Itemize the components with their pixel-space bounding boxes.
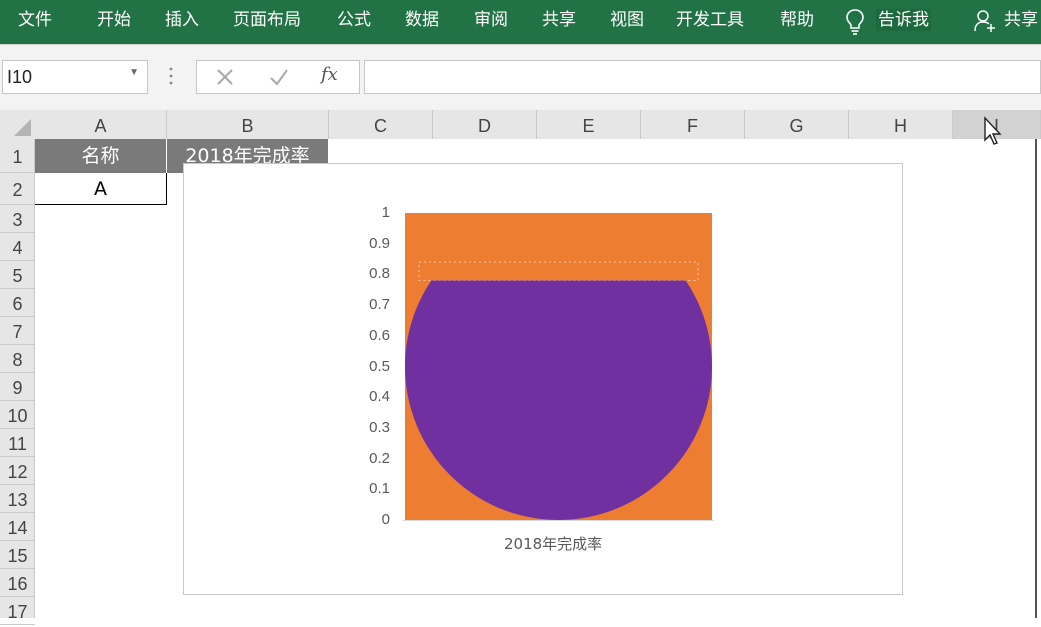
row-header[interactable]: 11 — [0, 429, 35, 457]
ribbon-tab[interactable]: 开发工具 — [676, 9, 744, 31]
row-header[interactable]: 2 — [0, 173, 35, 205]
ribbon: 文件 开始 插入 页面布局 公式 数据 审阅 共享 视图 开发工具 帮助 告诉我 共享 — [0, 0, 1041, 44]
column-header[interactable]: A — [35, 110, 167, 139]
row-header[interactable]: 17 — [0, 597, 35, 625]
row-header[interactable]: 8 — [0, 345, 35, 373]
plot-area[interactable] — [184, 164, 902, 594]
ribbon-tab[interactable]: 插入 — [165, 9, 199, 31]
row-header[interactable]: 10 — [0, 401, 35, 429]
row-header[interactable]: 1 — [0, 139, 35, 173]
drag-handle-icon[interactable] — [168, 65, 174, 87]
insert-function-button[interactable]: fx — [321, 64, 338, 85]
row-header[interactable]: 14 — [0, 513, 35, 541]
share-user-icon[interactable] — [974, 9, 996, 33]
ribbon-tab[interactable]: 文件 — [18, 9, 52, 31]
row-header[interactable]: 15 — [0, 541, 35, 569]
row-header[interactable]: 4 — [0, 233, 35, 261]
row-header[interactable]: 13 — [0, 485, 35, 513]
name-box[interactable]: I10 ▼ — [2, 60, 148, 94]
row-header[interactable]: 16 — [0, 569, 35, 597]
ribbon-tab[interactable]: 视图 — [610, 9, 644, 31]
row-header[interactable]: 5 — [0, 261, 35, 289]
formula-buttons: fx — [196, 60, 360, 94]
column-header[interactable]: G — [745, 110, 849, 139]
column-header[interactable]: F — [641, 110, 745, 139]
formula-bar: I10 ▼ fx — [0, 44, 1041, 110]
row-header[interactable]: 6 — [0, 289, 35, 317]
formula-input[interactable] — [364, 60, 1041, 94]
ribbon-tab[interactable]: 共享 — [542, 9, 576, 31]
lightbulb-icon[interactable] — [845, 8, 865, 36]
share-button[interactable]: 共享 — [1004, 9, 1038, 31]
cell-a2[interactable]: A — [35, 173, 167, 205]
name-box-value: I10 — [7, 67, 33, 87]
mouse-cursor-icon — [984, 116, 1002, 145]
ribbon-tab[interactable]: 公式 — [337, 9, 371, 31]
ribbon-tab[interactable]: 页面布局 — [233, 9, 301, 31]
tell-me-search[interactable]: 告诉我 — [876, 9, 931, 31]
column-header[interactable]: B — [167, 110, 329, 139]
ribbon-tab[interactable]: 数据 — [405, 9, 439, 31]
column-header[interactable]: C — [329, 110, 433, 139]
row-header[interactable]: 7 — [0, 317, 35, 345]
column-header[interactable]: H — [849, 110, 953, 139]
confirm-icon[interactable] — [267, 65, 291, 89]
row-header[interactable]: 9 — [0, 373, 35, 401]
cell-a1[interactable]: 名称 — [35, 139, 166, 173]
x-axis-category-label: 2018年完成率 — [504, 535, 603, 553]
ribbon-tab[interactable]: 审阅 — [474, 9, 508, 31]
column-header[interactable]: E — [537, 110, 641, 139]
cancel-icon[interactable] — [213, 65, 237, 89]
sheet-right-border — [1035, 139, 1037, 618]
row-header[interactable]: 12 — [0, 457, 35, 485]
column-header[interactable]: D — [433, 110, 537, 139]
row-header[interactable]: 3 — [0, 205, 35, 233]
chart-area[interactable]: 0 0.1 0.2 0.3 0.4 0.5 0.6 0.7 0.8 0.9 1 2018年完成率 — [183, 163, 903, 595]
select-all-corner[interactable] — [0, 110, 35, 139]
ribbon-tab[interactable]: 开始 — [97, 9, 131, 31]
chevron-down-icon[interactable]: ▼ — [129, 67, 139, 78]
ribbon-tab[interactable]: 帮助 — [780, 9, 814, 31]
